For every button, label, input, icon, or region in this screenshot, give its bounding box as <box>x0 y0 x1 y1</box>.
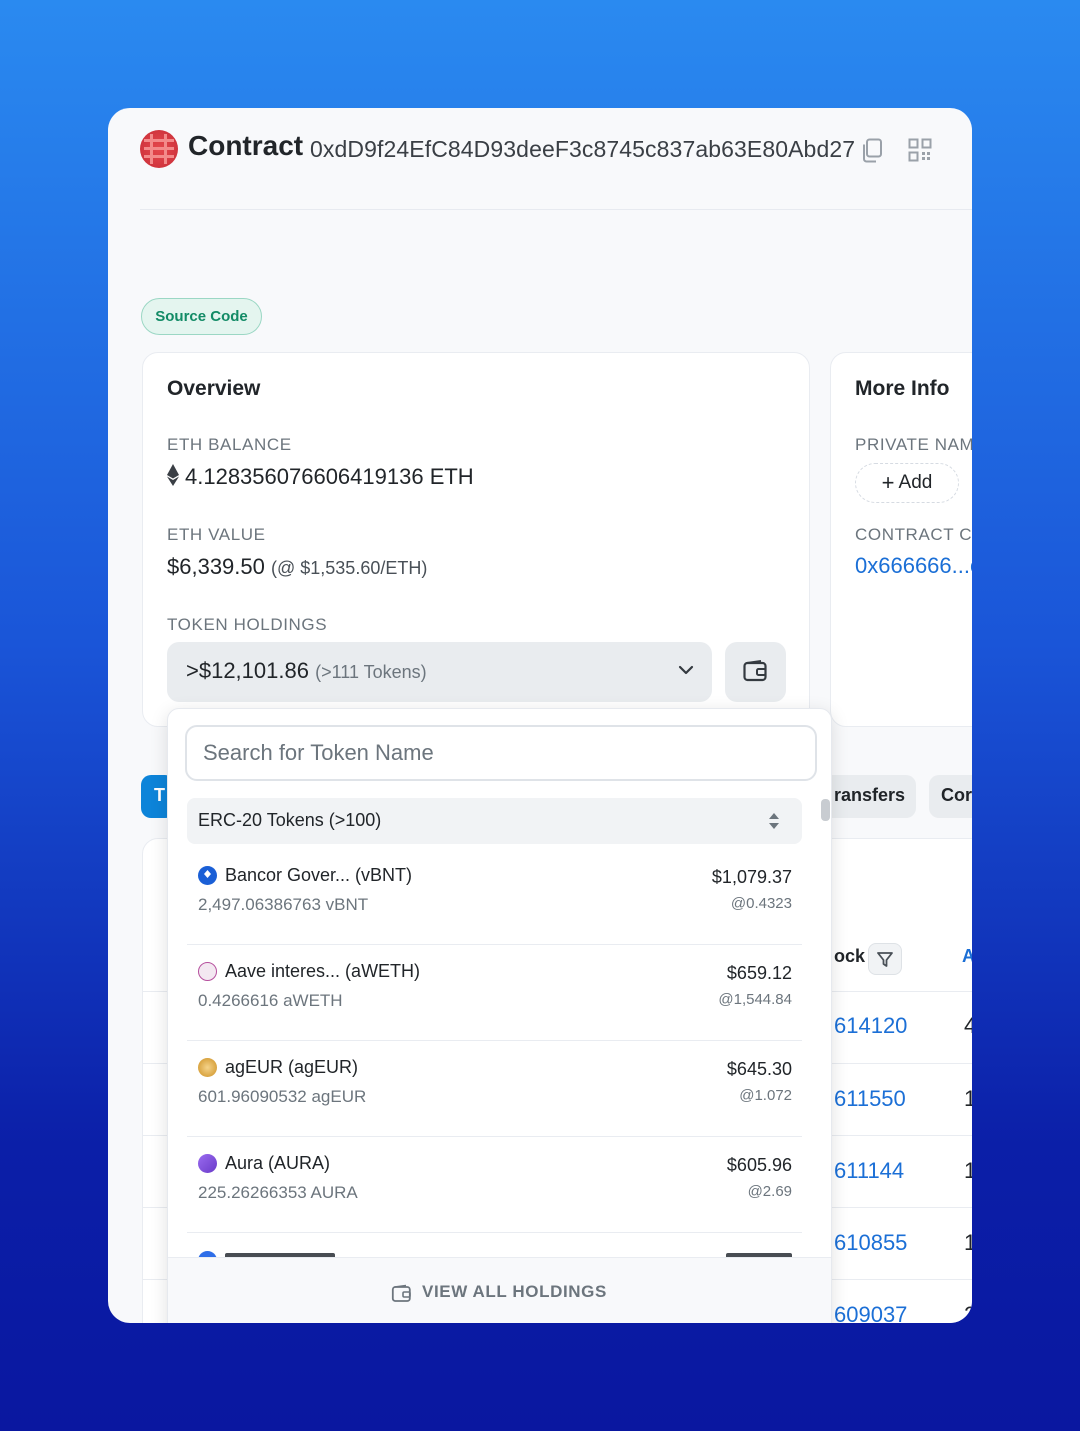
more-info-title: More Info <box>855 377 950 400</box>
sort-icon <box>769 813 779 829</box>
eth-balance-text: 4.128356076606419136 ETH <box>185 464 474 489</box>
overview-card: Overview ETH BALANCE 4.12835607660641913… <box>142 352 810 727</box>
block-column-header: ock <box>834 946 866 966</box>
token-name-row: Aura (AURA) <box>198 1153 330 1174</box>
tab-contract[interactable]: Cor <box>929 775 972 818</box>
token-quantity: 225.26266353 AURA <box>198 1183 358 1202</box>
copy-icon[interactable] <box>860 138 884 164</box>
list-item[interactable]: Aave interes... (aWETH) 0.4266616 aWETH … <box>187 945 802 1041</box>
aave-icon <box>198 962 217 981</box>
overview-title: Overview <box>167 377 261 400</box>
table-row-next: 2 <box>964 1302 972 1323</box>
token-quantity: 601.96090532 agEUR <box>198 1087 367 1106</box>
token-name: Aave interes... (aWETH) <box>225 961 421 981</box>
token-name: agEUR (agEUR) <box>225 1057 359 1077</box>
token-holdings-amount: >$12,101.86 (>111 Tokens) <box>186 658 427 684</box>
private-name-label: PRIVATE NAM <box>855 435 972 454</box>
scrollbar-thumb[interactable] <box>821 799 830 821</box>
token-name: Aura (AURA) <box>225 1153 331 1173</box>
token-quantity: 2,497.06386763 vBNT <box>198 895 369 914</box>
token-holdings-label: TOKEN HOLDINGS <box>167 615 328 634</box>
token-rate: @1,544.84 <box>718 991 792 1008</box>
list-item[interactable]: Bancor Gover... (vBNT) 2,497.06386763 vB… <box>187 849 802 945</box>
block-filter-button[interactable] <box>868 943 902 975</box>
token-name-row: Bancor Gover... (vBNT) <box>198 865 412 886</box>
token-holdings-dropdown[interactable]: >$12,101.86 (>111 Tokens) <box>167 642 712 702</box>
token-usd-value: $605.96 <box>726 1155 792 1175</box>
table-row-block[interactable]: 611550 <box>834 1086 906 1112</box>
source-code-badge[interactable]: Source Code <box>141 298 262 335</box>
table-row-block[interactable]: 610855 <box>834 1230 907 1256</box>
more-info-card: More Info PRIVATE NAM + Add CONTRACT C 0… <box>830 352 972 727</box>
token-name-row: agEUR (agEUR) <box>198 1057 358 1078</box>
token-holdings-count: (>111 Tokens) <box>315 662 427 682</box>
eth-balance-value: 4.128356076606419136 ETH <box>167 464 474 490</box>
token-usd-value: $645.30 <box>726 1059 792 1079</box>
wallet-icon <box>743 660 767 682</box>
qr-code-icon[interactable] <box>908 138 932 162</box>
page-title: Contract <box>188 130 304 161</box>
contract-address: 0xdD9f24EfC84D93deeF3c8745c837ab63E80Abd… <box>310 136 856 162</box>
token-usd-value: $1,079.37 <box>711 867 792 887</box>
page-header: Contract 0xdD9f24EfC84D93deeF3c8745c837a… <box>140 128 972 210</box>
token-rate: @0.4323 <box>730 895 792 912</box>
erc20-section-header[interactable]: ERC-20 Tokens (>100) <box>187 798 802 844</box>
token-quantity: 0.4266616 aWETH <box>198 991 343 1010</box>
token-rate: @1.072 <box>739 1087 792 1104</box>
token-usd-value: $659.12 <box>726 963 792 983</box>
wallet-button[interactable] <box>725 642 786 702</box>
table-row-block[interactable]: 611144 <box>834 1158 904 1184</box>
table-row-next: 4 <box>964 1013 972 1038</box>
ageur-icon <box>198 1058 217 1077</box>
contract-creator-label: CONTRACT C <box>855 525 972 544</box>
table-row-next: 1 <box>964 1086 972 1111</box>
eth-value-label: ETH VALUE <box>167 525 266 544</box>
token-name: Bancor Gover... (vBNT) <box>225 865 413 885</box>
table-row-block[interactable]: 614120 <box>834 1013 907 1039</box>
eth-value-rate: (@ $1,535.60/ETH) <box>271 558 428 578</box>
list-item[interactable]: Aura (AURA) 225.26266353 AURA $605.96 @2… <box>187 1137 802 1233</box>
token-name-row: Aave interes... (aWETH) <box>198 961 420 982</box>
eth-balance-label: ETH BALANCE <box>167 435 292 454</box>
token-rate: @2.69 <box>747 1183 792 1200</box>
list-item[interactable]: agEUR (agEUR) 601.96090532 agEUR $645.30… <box>187 1041 802 1137</box>
contract-avatar <box>140 130 178 168</box>
table-row-next: 1 <box>964 1230 972 1255</box>
chevron-down-icon <box>678 665 694 675</box>
ethereum-icon <box>167 464 179 486</box>
partially-hidden-list-item <box>187 1249 802 1257</box>
eth-value: $6,339.50 (@ $1,535.60/ETH) <box>167 554 427 580</box>
bancor-icon <box>198 866 217 885</box>
aura-icon <box>198 1154 217 1173</box>
next-column-header: A <box>962 946 972 966</box>
add-private-name-button[interactable]: + Add <box>855 463 959 503</box>
table-row-block[interactable]: 609037 <box>834 1302 907 1323</box>
filter-icon <box>877 952 893 967</box>
contract-creator-link[interactable]: 0x666666...c <box>855 553 972 579</box>
table-row-next: 1 <box>964 1158 972 1183</box>
view-all-holdings-label: VIEW ALL HOLDINGS <box>422 1282 607 1301</box>
token-holdings-menu: Search for Token Name ERC-20 Tokens (>10… <box>167 708 832 1323</box>
view-all-holdings-button[interactable]: VIEW ALL HOLDINGS <box>168 1257 831 1323</box>
erc20-section-title: ERC-20 Tokens (>100) <box>198 810 382 830</box>
token-holdings-value: >$12,101.86 <box>186 658 309 683</box>
tab-token-transfers[interactable]: ransfers <box>820 775 916 818</box>
token-search-input[interactable]: Search for Token Name <box>185 725 817 781</box>
eth-value-text: $6,339.50 <box>167 554 265 579</box>
contract-page-card: Contract 0xdD9f24EfC84D93deeF3c8745c837a… <box>108 108 972 1323</box>
plus-icon: + <box>881 470 895 495</box>
add-label: Add <box>898 472 933 493</box>
